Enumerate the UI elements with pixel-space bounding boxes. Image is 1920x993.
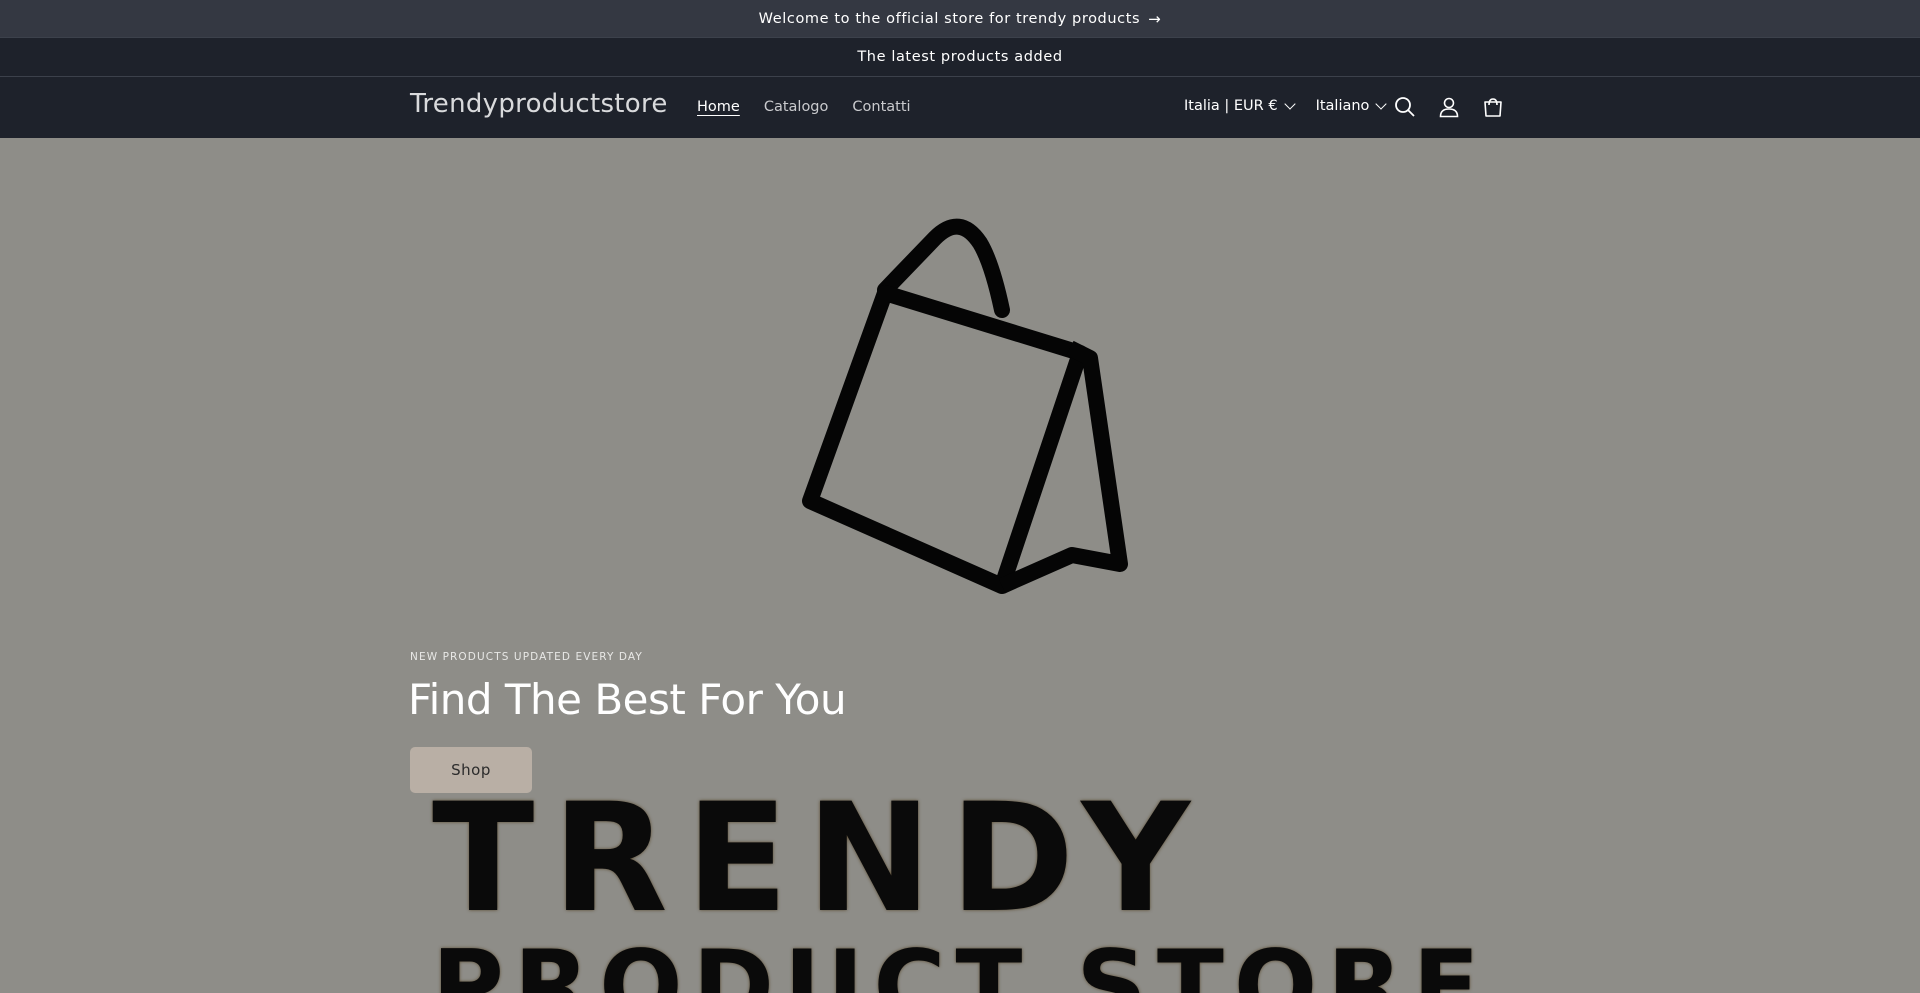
country-selector-label: Italia | EUR € [1184, 98, 1278, 114]
chevron-down-icon [1375, 98, 1388, 110]
site-header: Trendyproductstore Home Catalogo Contatt… [0, 76, 1920, 138]
main-nav: Home Catalogo Contatti [697, 99, 911, 115]
header-icons [1392, 94, 1506, 120]
search-icon[interactable] [1392, 94, 1418, 120]
country-selector[interactable]: Italia | EUR € [1184, 98, 1296, 114]
cart-icon[interactable] [1480, 94, 1506, 120]
nav-catalogo[interactable]: Catalogo [764, 99, 829, 115]
brand-logo-line1: TRENDY [432, 772, 1209, 946]
brand-logo-line2: PRODUCT STORE [432, 930, 1490, 993]
shopping-bag-illustration [802, 218, 1128, 594]
language-selector-label: Italiano [1315, 98, 1370, 114]
hero-banner: NEW PRODUCTS UPDATED EVERY DAY Find The … [0, 138, 1920, 993]
announcement-bar[interactable]: Welcome to the official store for trendy… [0, 0, 1920, 37]
language-selector[interactable]: Italiano [1315, 98, 1388, 114]
hero-headline: Find The Best For You [408, 675, 847, 724]
chevron-down-icon [1283, 98, 1296, 110]
nav-home[interactable]: Home [697, 99, 740, 115]
nav-contatti[interactable]: Contatti [852, 99, 910, 115]
subannouncement-text: The latest products added [857, 49, 1063, 65]
account-icon[interactable] [1436, 94, 1462, 120]
subannouncement-bar: The latest products added [0, 37, 1920, 76]
announcement-text[interactable]: Welcome to the official store for trendy… [759, 11, 1141, 27]
store-logo[interactable]: Trendyproductstore [410, 89, 668, 119]
hero-eyebrow: NEW PRODUCTS UPDATED EVERY DAY [410, 651, 643, 663]
arrow-right-icon: → [1148, 9, 1162, 28]
localization-selectors: Italia | EUR € Italiano [1184, 98, 1388, 114]
